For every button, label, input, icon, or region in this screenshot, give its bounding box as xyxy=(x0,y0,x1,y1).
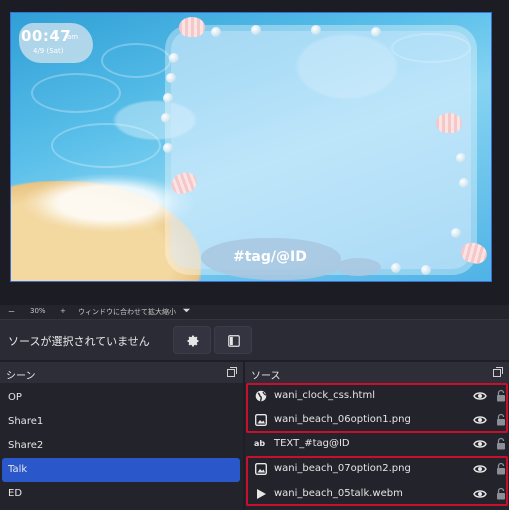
pearl-decoration xyxy=(371,27,381,37)
sources-panel-header: ソース xyxy=(245,362,509,383)
pearl-decoration xyxy=(391,263,401,273)
clock-date: 4/9 (Sat) xyxy=(33,47,64,55)
scene-item-label: Talk xyxy=(8,464,28,475)
pearl-decoration xyxy=(211,27,221,37)
sources-panel: ソース wani_clock_css.html wani_beach_06opt… xyxy=(245,362,509,510)
pearl-decoration xyxy=(451,228,461,238)
scene-item-share2[interactable]: Share2 xyxy=(2,434,240,458)
scene-item-label: Share2 xyxy=(8,440,44,451)
zoom-dropdown-icon[interactable] xyxy=(182,306,191,317)
fit-to-window-label[interactable]: ウィンドウに合わせて拡大縮小 xyxy=(78,307,176,317)
zoom-in-button[interactable]: + xyxy=(60,307,66,315)
highlight-annotation-bottom xyxy=(246,456,508,506)
eye-icon[interactable] xyxy=(473,438,487,450)
undock-icon[interactable] xyxy=(493,367,503,377)
sources-panel-title: ソース xyxy=(251,371,281,382)
gear-icon xyxy=(187,335,199,347)
scenes-panel-header: シーン xyxy=(0,362,243,383)
filters-button[interactable] xyxy=(214,326,252,354)
pearl-decoration xyxy=(166,73,176,83)
scene-item-share1[interactable]: Share1 xyxy=(2,410,240,434)
source-properties-bar: ソースが選択されていません xyxy=(0,319,509,360)
zoom-bar: ー 30% + ウィンドウに合わせて拡大縮小 xyxy=(0,305,509,319)
text-icon: ab xyxy=(254,439,266,448)
pearl-decoration xyxy=(421,265,431,275)
pearl-decoration xyxy=(251,25,261,35)
shell-decoration xyxy=(436,113,462,133)
lock-icon[interactable] xyxy=(496,437,506,450)
source-item-label: TEXT_#tag@ID xyxy=(274,438,350,449)
shell-decoration xyxy=(179,17,205,37)
tag-bubble-tail xyxy=(336,258,381,276)
scenes-panel: シーン OP Share1 Share2 Talk ED xyxy=(0,362,243,510)
scene-item-talk[interactable]: Talk xyxy=(2,458,240,482)
no-source-selected-label: ソースが選択されていません xyxy=(8,335,150,348)
water-caustic xyxy=(51,123,161,168)
scenes-panel-title: シーン xyxy=(6,371,36,382)
pearl-decoration xyxy=(169,53,179,63)
water-caustic xyxy=(31,73,121,113)
pearl-decoration xyxy=(161,113,171,123)
zoom-level: 30% xyxy=(30,307,46,315)
tag-text: #tag/@ID xyxy=(233,249,307,265)
filter-icon xyxy=(228,335,240,347)
wave-foam xyxy=(21,173,196,233)
zoom-out-button[interactable]: ー xyxy=(8,307,15,317)
pearl-decoration xyxy=(459,178,469,188)
highlight-annotation-top xyxy=(246,383,508,433)
clock-ampm: am xyxy=(67,33,79,41)
water-caustic xyxy=(101,43,171,78)
pearl-decoration xyxy=(456,153,466,163)
scene-item-label: OP xyxy=(8,392,22,403)
undock-icon[interactable] xyxy=(227,367,237,377)
scene-item-ed[interactable]: ED xyxy=(2,482,240,506)
properties-button[interactable] xyxy=(173,326,211,354)
scene-item-op[interactable]: OP xyxy=(2,386,240,410)
source-item-text-tag[interactable]: ab TEXT_#tag@ID xyxy=(247,432,507,456)
scene-item-label: ED xyxy=(8,488,23,499)
program-preview-canvas[interactable]: 00:47 am 4/9 (Sat) #tag/@ID xyxy=(10,12,492,282)
scene-item-label: Share1 xyxy=(8,416,44,427)
clock-time: 00:47 xyxy=(21,27,72,45)
preview-area[interactable]: 00:47 am 4/9 (Sat) #tag/@ID xyxy=(0,0,509,305)
pearl-decoration xyxy=(163,143,173,153)
pearl-decoration xyxy=(163,93,173,103)
pearl-decoration xyxy=(311,25,321,35)
pearl-frame-window xyxy=(171,31,471,269)
